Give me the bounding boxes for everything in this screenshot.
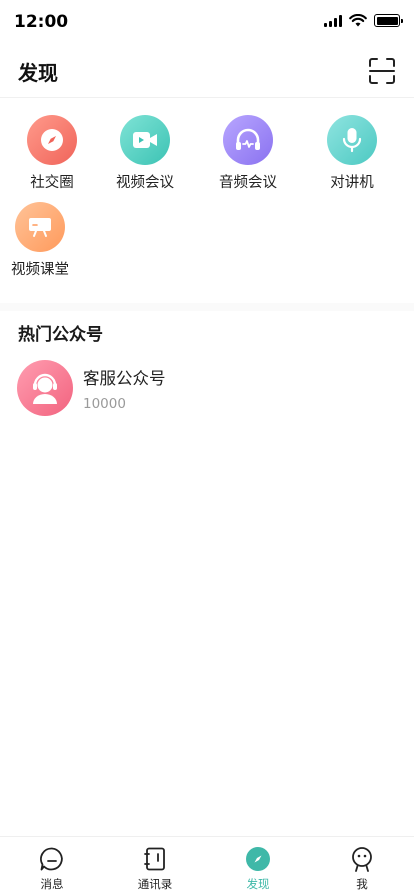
header: 发现	[0, 44, 414, 98]
list-item-customer-service-account[interactable]: 客服公众号 10000	[0, 356, 414, 420]
app-icon-circle	[27, 115, 77, 165]
tab-label: 消息	[40, 877, 64, 891]
account-name: 客服公众号	[83, 369, 166, 388]
video-camera-icon	[133, 132, 157, 148]
app-label: 视频课堂	[11, 262, 69, 278]
scan-button[interactable]	[368, 57, 396, 85]
contacts-book-icon	[144, 847, 165, 871]
app-social-circle[interactable]: 社交圈	[0, 115, 104, 192]
apps-grid: 社交圈 视频会议 音频会议 对讲机 视频课堂	[0, 98, 414, 303]
avatar	[17, 360, 73, 416]
section-divider	[0, 303, 414, 311]
tab-label: 通讯录	[137, 877, 173, 891]
tab-messages[interactable]: 消息	[0, 837, 104, 896]
tab-label: 发现	[246, 877, 270, 891]
cellular-signal-icon	[324, 14, 342, 27]
tab-me[interactable]: 我	[310, 837, 414, 896]
chat-bubble-icon	[40, 847, 63, 871]
compass-icon	[41, 129, 63, 151]
customer-service-icon	[33, 373, 57, 404]
person-icon	[352, 847, 372, 872]
scan-icon	[369, 58, 395, 84]
app-label: 社交圈	[30, 175, 74, 191]
projector-screen-icon	[29, 218, 51, 237]
app-icon-circle	[223, 115, 273, 165]
status-time: 12:00	[14, 12, 69, 32]
microphone-icon	[342, 128, 362, 153]
status-icons	[324, 14, 403, 27]
tab-contacts[interactable]: 通讯录	[103, 837, 207, 896]
page-title: 发现	[18, 61, 58, 85]
section-title-hot-accounts: 热门公众号	[18, 325, 103, 345]
status-bar: 12:00	[0, 0, 414, 44]
battery-icon	[374, 14, 403, 27]
tab-discover[interactable]: 发现	[206, 837, 310, 896]
app-icon-circle	[327, 115, 377, 165]
app-label: 视频会议	[116, 175, 174, 191]
wifi-icon	[349, 14, 367, 27]
app-label: 音频会议	[219, 175, 277, 191]
account-id: 10000	[83, 396, 126, 412]
app-icon-circle	[120, 115, 170, 165]
app-video-classroom[interactable]: 视频课堂	[0, 202, 92, 279]
tab-label: 我	[356, 877, 368, 891]
compass-icon	[246, 847, 270, 871]
app-video-meeting[interactable]: 视频会议	[93, 115, 197, 192]
app-walkie-talkie[interactable]: 对讲机	[300, 115, 404, 192]
app-label: 对讲机	[330, 175, 374, 191]
tab-bar: 消息 通讯录 发现 我	[0, 836, 414, 896]
app-audio-meeting[interactable]: 音频会议	[196, 115, 300, 192]
headphones-icon	[236, 128, 260, 150]
app-icon-circle	[15, 202, 65, 252]
